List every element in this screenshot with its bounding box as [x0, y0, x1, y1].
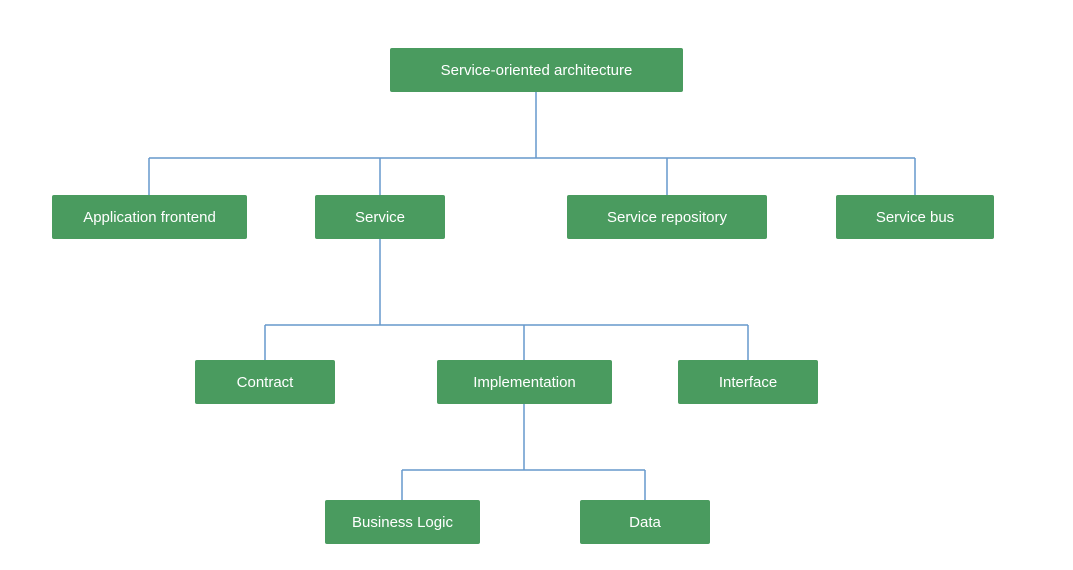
- node-service: Service: [315, 195, 445, 239]
- node-data: Data: [580, 500, 710, 544]
- node-implementation: Implementation: [437, 360, 612, 404]
- node-contract: Contract: [195, 360, 335, 404]
- node-interface: Interface: [678, 360, 818, 404]
- node-service-bus: Service bus: [836, 195, 994, 239]
- node-root: Service-oriented architecture: [390, 48, 683, 92]
- node-business-logic: Business Logic: [325, 500, 480, 544]
- diagram-container: Service-oriented architecture Applicatio…: [0, 0, 1073, 570]
- node-app-frontend: Application frontend: [52, 195, 247, 239]
- node-service-repository: Service repository: [567, 195, 767, 239]
